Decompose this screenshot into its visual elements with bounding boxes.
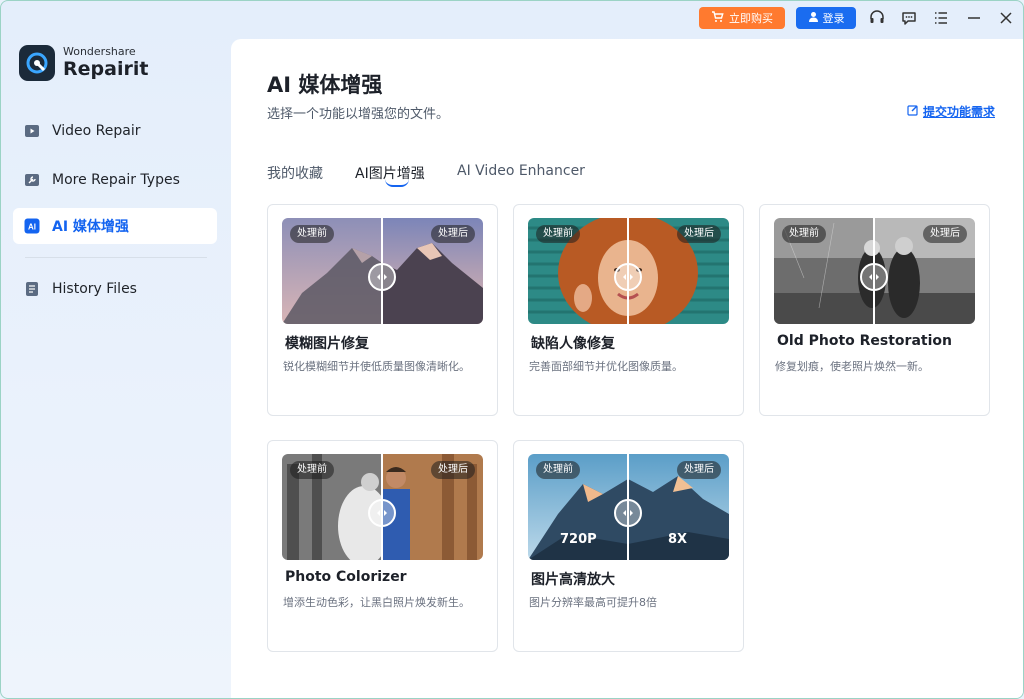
before-after-thumbnail: 处理前 处理后 <box>774 218 975 324</box>
card-image-upscale[interactable]: 处理前 处理后 720P 8X 图片高清放大 图片分辨率最高可提升8倍 <box>513 440 744 652</box>
main-panel: AI 媒体增强 选择一个功能以增强您的文件。 提交功能需求 我的收藏 AI图片增… <box>231 39 1023 698</box>
feedback-label: 提交功能需求 <box>922 105 995 119</box>
close-icon[interactable] <box>996 8 1016 28</box>
before-after-thumbnail: 处理前 处理后 <box>282 454 483 560</box>
sidebar-item-history-files[interactable]: History Files <box>13 271 217 307</box>
app-logo: Wondershare Repairit <box>19 45 148 81</box>
title-bar: 立即购买 登录 <box>1 1 1023 35</box>
sidebar-item-label: AI 媒体增强 <box>52 219 129 235</box>
resolution-before-label: 720P <box>560 532 597 547</box>
user-icon <box>808 11 819 25</box>
tab-favorites[interactable]: 我的收藏 <box>267 163 323 183</box>
after-tag: 处理后 <box>431 225 475 243</box>
compare-handle-icon[interactable] <box>368 499 396 527</box>
after-tag: 处理后 <box>431 461 475 479</box>
sidebar-item-video-repair[interactable]: Video Repair <box>13 113 217 149</box>
resolution-after-label: 8X <box>668 532 688 547</box>
brand-main: Repairit <box>63 58 149 80</box>
page-subtitle: 选择一个功能以增强您的文件。 <box>267 107 450 122</box>
after-tag: 处理后 <box>923 225 967 243</box>
login-button[interactable]: 登录 <box>796 7 856 29</box>
before-tag: 处理前 <box>290 461 334 479</box>
minimize-icon[interactable] <box>964 8 984 28</box>
ai-icon: AI <box>24 218 40 234</box>
menu-icon[interactable] <box>931 8 951 28</box>
card-portrait-repair[interactable]: 处理前 处理后 缺陷人像修复 完善面部细节并优化图像质量。 <box>513 204 744 416</box>
card-description: 修复划痕，使老照片焕然一新。 <box>775 360 929 373</box>
card-description: 完善面部细节并优化图像质量。 <box>529 360 683 373</box>
app-window: 立即购买 登录 Wondershare Repairit Video Repai… <box>0 0 1024 699</box>
tab-ai-video-enhancer[interactable]: AI Video Enhancer <box>457 163 585 179</box>
before-tag: 处理前 <box>536 225 580 243</box>
card-title: 图片高清放大 <box>531 572 615 588</box>
card-description: 图片分辨率最高可提升8倍 <box>529 596 657 609</box>
card-old-photo-restoration[interactable]: 处理前 处理后 Old Photo Restoration 修复划痕，使老照片焕… <box>759 204 990 416</box>
sidebar-item-label: Video Repair <box>52 123 141 139</box>
compare-handle-icon[interactable] <box>614 263 642 291</box>
edit-icon <box>907 104 919 119</box>
wrench-icon <box>24 172 40 188</box>
card-description: 锐化模糊细节并使低质量图像清晰化。 <box>283 360 470 373</box>
card-title: Photo Colorizer <box>285 569 407 585</box>
card-photo-colorizer[interactable]: 处理前 处理后 Photo Colorizer 增添生动色彩，让黑白照片焕发新生… <box>267 440 498 652</box>
sidebar-item-more-repair-types[interactable]: More Repair Types <box>13 162 217 198</box>
page-title: AI 媒体增强 <box>267 73 383 97</box>
sidebar-item-label: More Repair Types <box>52 172 180 188</box>
card-title: 模糊图片修复 <box>285 336 369 352</box>
login-label: 登录 <box>822 12 845 25</box>
repairit-logo-icon <box>19 45 55 81</box>
buy-now-label: 立即购买 <box>729 12 773 25</box>
sidebar-divider <box>25 257 207 258</box>
before-after-thumbnail: 处理前 处理后 <box>528 218 729 324</box>
card-title: 缺陷人像修复 <box>531 336 615 352</box>
svg-text:AI: AI <box>28 223 36 232</box>
before-tag: 处理前 <box>290 225 334 243</box>
sidebar-item-ai-media-enhance[interactable]: AI AI 媒体增强 <box>13 208 217 244</box>
card-description: 增添生动色彩，让黑白照片焕发新生。 <box>283 596 470 609</box>
before-tag: 处理前 <box>782 225 826 243</box>
sidebar-item-label: History Files <box>52 281 137 297</box>
sidebar: Wondershare Repairit Video Repair More R… <box>1 35 231 698</box>
before-after-thumbnail: 处理前 处理后 720P 8X <box>528 454 729 560</box>
card-blurry-photo-repair[interactable]: 处理前 处理后 模糊图片修复 锐化模糊细节并使低质量图像清晰化。 <box>267 204 498 416</box>
compare-handle-icon[interactable] <box>860 263 888 291</box>
file-list-icon <box>24 281 40 297</box>
buy-now-button[interactable]: 立即购买 <box>699 7 785 29</box>
compare-handle-icon[interactable] <box>614 499 642 527</box>
compare-handle-icon[interactable] <box>368 263 396 291</box>
active-tab-indicator <box>385 179 409 187</box>
chat-icon[interactable] <box>899 8 919 28</box>
before-tag: 处理前 <box>536 461 580 479</box>
before-after-thumbnail: 处理前 处理后 <box>282 218 483 324</box>
brand-top: Wondershare <box>63 45 136 58</box>
video-icon <box>24 123 40 139</box>
after-tag: 处理后 <box>677 225 721 243</box>
support-icon[interactable] <box>867 8 887 28</box>
after-tag: 处理后 <box>677 461 721 479</box>
submit-feature-request-link[interactable]: 提交功能需求 <box>907 103 995 120</box>
card-title: Old Photo Restoration <box>777 333 952 349</box>
cart-icon <box>711 10 724 26</box>
